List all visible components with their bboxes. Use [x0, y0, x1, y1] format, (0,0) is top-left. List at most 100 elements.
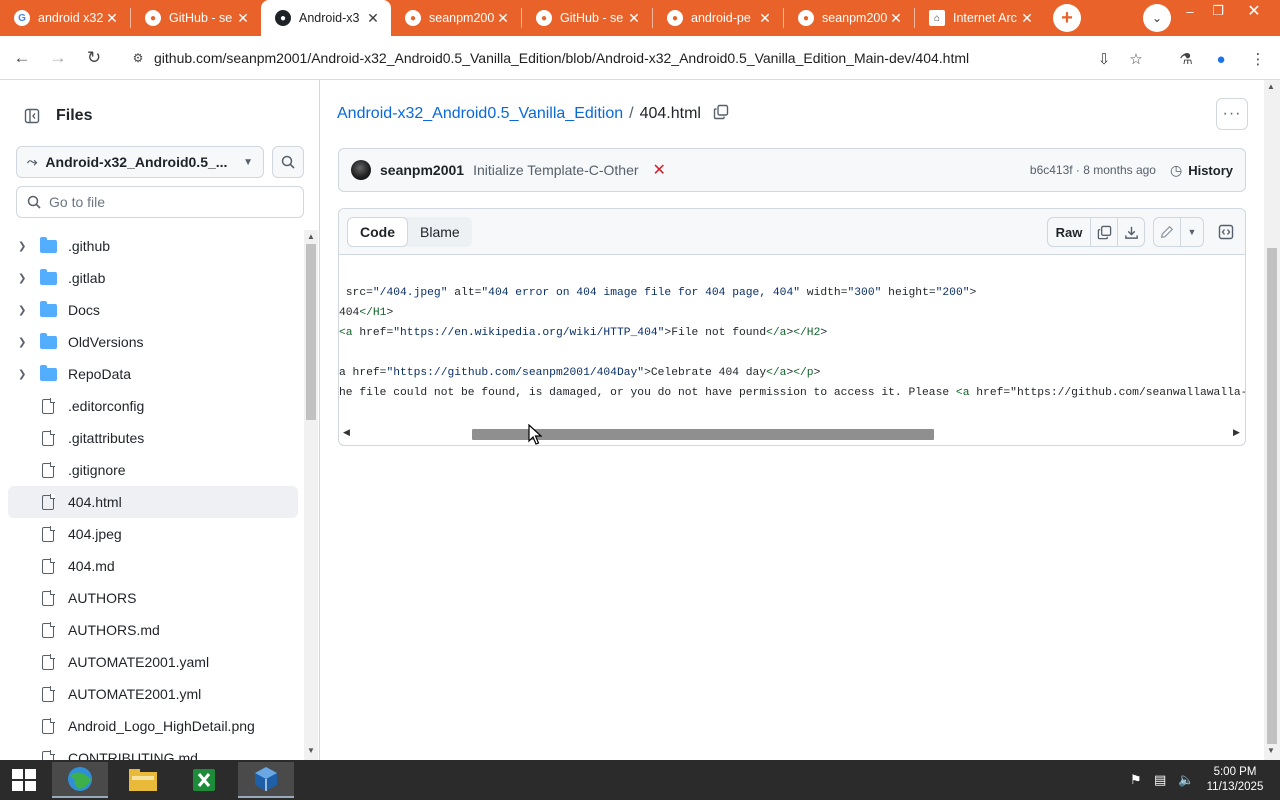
edit-options-dropdown[interactable]: ▼: [1180, 217, 1204, 247]
browser-tab[interactable]: ● Android-x3 ✕: [261, 0, 391, 36]
close-tab-icon[interactable]: ✕: [235, 10, 251, 27]
taskbar-clock[interactable]: 5:00 PM 11/13/2025: [1202, 765, 1268, 795]
labs-flask-icon[interactable]: ⚗: [1175, 48, 1197, 70]
forward-button[interactable]: →: [44, 44, 72, 72]
chevron-right-icon[interactable]: ❯: [18, 369, 30, 380]
page-scrollbar[interactable]: ▲ ▼: [1264, 80, 1280, 760]
start-button[interactable]: [8, 768, 40, 792]
tree-item-label: .gitignore: [68, 462, 126, 478]
check-failed-icon[interactable]: ✕: [653, 160, 666, 180]
download-raw-button[interactable]: [1117, 217, 1145, 247]
edit-file-button[interactable]: [1153, 217, 1181, 247]
page-scroll-down-icon[interactable]: ▼: [1267, 746, 1275, 755]
new-tab-button[interactable]: +: [1053, 4, 1081, 32]
file-icon: [40, 462, 58, 478]
tree-file-item[interactable]: .editorconfig: [8, 390, 298, 422]
code-horizontal-scrollbar[interactable]: ◀ ▶: [339, 425, 1245, 441]
taskbar-spreadsheet-app[interactable]: [176, 762, 232, 798]
code-square-icon: [1218, 224, 1234, 240]
browser-tab[interactable]: ● GitHub - se ✕: [131, 0, 261, 36]
copy-path-icon[interactable]: [713, 104, 729, 123]
action-center-flag-icon[interactable]: ⚑: [1130, 772, 1142, 788]
network-icon[interactable]: ▤: [1154, 772, 1166, 788]
commit-message[interactable]: Initialize Template-C-Other: [473, 162, 638, 178]
avatar[interactable]: [351, 160, 371, 180]
tree-folder-item[interactable]: ❯ OldVersions: [8, 326, 298, 358]
scroll-right-arrow-icon[interactable]: ▶: [1233, 427, 1240, 438]
page-scrollbar-thumb[interactable]: [1267, 248, 1277, 744]
commit-hash-time[interactable]: b6c413f · 8 months ago: [1030, 163, 1156, 177]
folder-icon: [40, 268, 58, 285]
search-repo-button[interactable]: [272, 146, 304, 178]
commit-author[interactable]: seanpm2001: [380, 162, 464, 178]
browser-tab[interactable]: ⌂ Internet Arc ✕: [915, 0, 1045, 36]
tree-folder-item[interactable]: ❯ RepoData: [8, 358, 298, 390]
chevron-right-icon[interactable]: ❯: [18, 273, 30, 284]
tree-file-item[interactable]: CONTRIBUTING.md: [8, 742, 298, 760]
taskbar-virtualbox-app[interactable]: [238, 762, 294, 798]
more-options-button[interactable]: ···: [1216, 98, 1248, 130]
go-to-file-input[interactable]: Go to file: [16, 186, 304, 218]
tab-code[interactable]: Code: [347, 217, 408, 247]
tree-folder-item[interactable]: ❯ Docs: [8, 294, 298, 326]
bookmark-star-icon[interactable]: ☆: [1125, 48, 1147, 70]
scroll-left-arrow-icon[interactable]: ◀: [343, 427, 350, 438]
tree-file-item[interactable]: 404.html: [8, 486, 298, 518]
sidebar-scrollbar[interactable]: ▲ ▼: [304, 230, 318, 760]
tab-blame[interactable]: Blame: [408, 217, 472, 247]
tree-file-item[interactable]: AUTHORS.md: [8, 614, 298, 646]
copy-raw-button[interactable]: [1090, 217, 1118, 247]
scroll-up-arrow-icon[interactable]: ▲: [304, 232, 318, 244]
tree-file-item[interactable]: AUTOMATE2001.yml: [8, 678, 298, 710]
windows-taskbar: ⚑ ▤ 🔈 5:00 PM 11/13/2025: [0, 760, 1280, 800]
breadcrumb-repo-link[interactable]: Android-x32_Android0.5_Vanilla_Edition: [337, 105, 623, 123]
tree-file-item[interactable]: AUTOMATE2001.yaml: [8, 646, 298, 678]
tree-file-item[interactable]: .gitignore: [8, 454, 298, 486]
close-tab-icon[interactable]: ✕: [104, 10, 120, 27]
close-tab-icon[interactable]: ✕: [365, 10, 381, 27]
install-app-icon[interactable]: ⇩: [1093, 48, 1115, 70]
profile-avatar-icon[interactable]: ●: [1210, 48, 1232, 70]
symbols-panel-button[interactable]: [1212, 217, 1240, 247]
address-bar[interactable]: ⚙ github.com/seanpm2001/Android-x32_Andr…: [116, 42, 1164, 74]
scroll-down-arrow-icon[interactable]: ▼: [304, 746, 318, 758]
tab-search-button[interactable]: ⌄: [1143, 4, 1171, 32]
sidebar-scrollbar-thumb[interactable]: [306, 244, 316, 420]
folder-icon: [40, 364, 58, 381]
taskbar-browser-app[interactable]: [52, 762, 108, 798]
close-tab-icon[interactable]: ✕: [495, 10, 511, 27]
browser-menu-icon[interactable]: ⋮: [1247, 48, 1269, 70]
raw-button[interactable]: Raw: [1047, 217, 1091, 247]
close-tab-icon[interactable]: ✕: [626, 10, 642, 27]
tree-file-item[interactable]: .gitattributes: [8, 422, 298, 454]
site-info-icon[interactable]: ⚙: [126, 51, 150, 65]
browser-tab[interactable]: ● GitHub - se ✕: [522, 0, 652, 36]
tree-item-label: CONTRIBUTING.md: [68, 750, 198, 760]
collapse-sidebar-button[interactable]: [16, 100, 48, 132]
maximize-window-button[interactable]: ❐: [1200, 0, 1236, 22]
tree-file-item[interactable]: 404.md: [8, 550, 298, 582]
browser-tab[interactable]: ● seanpm200 ✕: [784, 0, 914, 36]
taskbar-file-explorer[interactable]: [115, 762, 171, 798]
history-button[interactable]: ◷ History: [1170, 162, 1233, 179]
tree-file-item[interactable]: Android_Logo_HighDetail.png: [8, 710, 298, 742]
close-tab-icon[interactable]: ✕: [1019, 10, 1035, 27]
tree-file-item[interactable]: AUTHORS: [8, 582, 298, 614]
browser-tab[interactable]: ● android-pe ✕: [653, 0, 783, 36]
tree-folder-item[interactable]: ❯ .github: [8, 230, 298, 262]
chevron-right-icon[interactable]: ❯: [18, 241, 30, 252]
browser-tab[interactable]: Gandroid x32 ✕: [0, 0, 130, 36]
close-tab-icon[interactable]: ✕: [757, 10, 773, 27]
reload-button[interactable]: ↻: [80, 44, 108, 72]
back-button[interactable]: ←: [8, 44, 36, 72]
browser-tab[interactable]: ● seanpm200 ✕: [391, 0, 521, 36]
tree-file-item[interactable]: 404.jpeg: [8, 518, 298, 550]
chevron-right-icon[interactable]: ❯: [18, 305, 30, 316]
page-scroll-up-icon[interactable]: ▲: [1267, 82, 1275, 91]
volume-muted-icon[interactable]: 🔈: [1178, 772, 1194, 788]
chevron-right-icon[interactable]: ❯: [18, 337, 30, 348]
close-tab-icon[interactable]: ✕: [888, 10, 904, 27]
close-window-button[interactable]: ✕: [1236, 0, 1272, 22]
tree-folder-item[interactable]: ❯ .gitlab: [8, 262, 298, 294]
branch-selector-button[interactable]: ⤳ Android-x32_Android0.5_... ▼: [16, 146, 264, 178]
